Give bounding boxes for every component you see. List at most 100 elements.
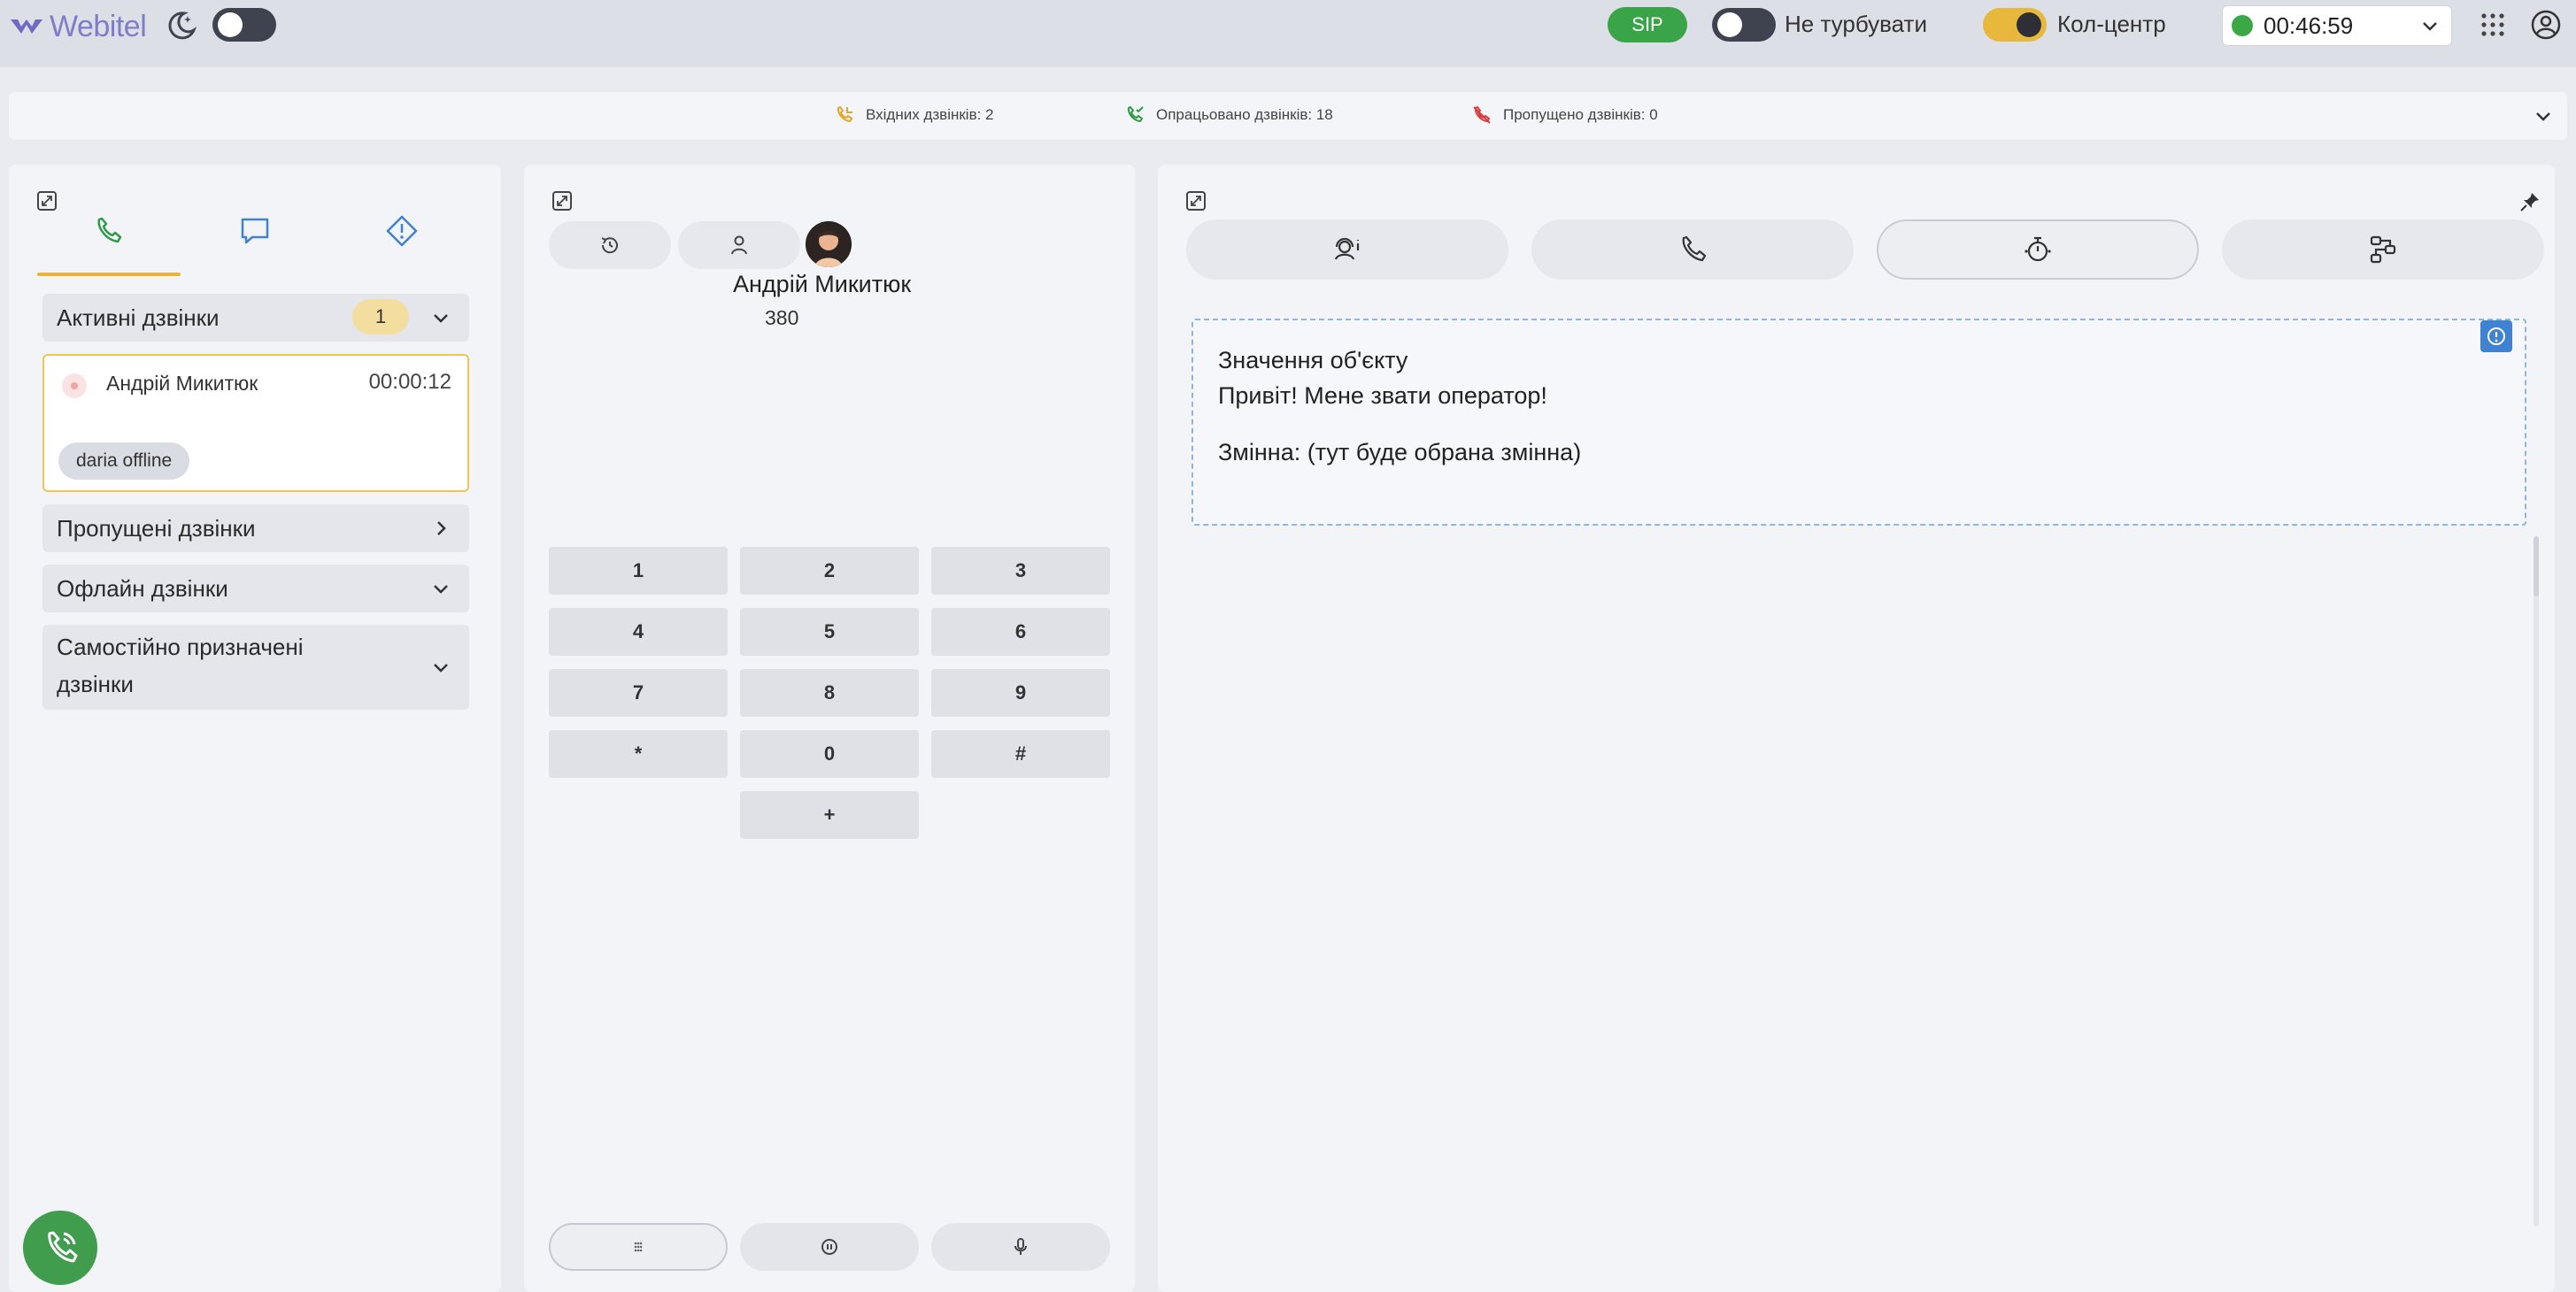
dial-key-0[interactable]: 0	[740, 730, 919, 778]
history-button[interactable]	[549, 221, 671, 269]
contact-avatar[interactable]	[806, 221, 852, 267]
dial-key-1[interactable]: 1	[549, 547, 728, 595]
dial-key-6[interactable]: 6	[931, 608, 1110, 656]
contact-name: Андрій Микитюк	[733, 271, 912, 297]
callcenter-label: Кол-центр	[2057, 11, 2166, 37]
section-title-line2: дзвінки	[57, 671, 134, 697]
avatar-image	[806, 221, 852, 267]
user-icon	[731, 235, 747, 255]
scrollbar-thumb[interactable]	[2534, 536, 2539, 596]
tab-call-info[interactable]	[1531, 219, 1854, 280]
alert-icon	[386, 215, 418, 247]
calls-panel: Активні дзвінки 1 Андрій Микитюк 00:00:1…	[9, 165, 501, 1292]
dial-key-5[interactable]: 5	[740, 608, 919, 656]
tab-alerts[interactable]	[331, 214, 473, 271]
status-select[interactable]: 00:46:59	[2222, 5, 2452, 46]
phone-icon	[1682, 235, 1707, 262]
status-timer: 00:46:59	[2264, 12, 2354, 39]
expand-icon[interactable]	[35, 189, 58, 212]
info-button[interactable]	[2480, 320, 2512, 352]
tab-flow[interactable]	[2222, 219, 2544, 280]
chevron-down-icon	[434, 585, 448, 594]
hold-icon	[821, 1239, 837, 1255]
dial-key-8[interactable]: 8	[740, 669, 919, 717]
mute-button[interactable]	[931, 1223, 1110, 1271]
dnd-toggle[interactable]	[1712, 8, 1776, 42]
active-tab-indicator	[37, 273, 181, 276]
hold-button[interactable]	[740, 1223, 919, 1271]
handled-call-icon	[1127, 105, 1144, 123]
section-active-calls[interactable]: Активні дзвінки 1	[42, 294, 469, 342]
section-missed-calls[interactable]: Пропущені дзвінки	[42, 504, 469, 552]
dial-key-plus[interactable]: +	[740, 791, 919, 839]
call-panel: Андрій Микитюк 380 1 2 3 4 5 6 7 8 9 * 0…	[524, 165, 1135, 1292]
dial-key-9[interactable]: 9	[931, 669, 1110, 717]
script-variable: Змінна: (тут буде обрана змінна)	[1218, 439, 1582, 465]
sip-status-badge[interactable]: SIP	[1608, 7, 1687, 42]
section-title: Пропущені дзвінки	[57, 515, 256, 542]
logo: Webitel	[9, 9, 147, 44]
tab-agent-info[interactable]	[1186, 219, 1508, 280]
dial-key-2[interactable]: 2	[740, 547, 919, 595]
section-title: Активні дзвінки	[57, 304, 220, 331]
section-offline-calls[interactable]: Офлайн дзвінки	[42, 565, 469, 612]
timer-icon	[2025, 236, 2051, 262]
dnd-label: Не турбувати	[1785, 11, 1927, 37]
phone-ringing-icon	[48, 1231, 78, 1263]
contacts-button[interactable]	[678, 221, 800, 269]
caller-name: Андрій Микитюк	[106, 372, 258, 395]
chevron-down-icon	[2423, 22, 2437, 31]
incoming-call-icon	[837, 105, 853, 123]
active-call-card[interactable]: Андрій Микитюк 00:00:12 daria offline	[42, 354, 469, 492]
pin-icon[interactable]	[2518, 189, 2542, 214]
dial-key-3[interactable]: 3	[931, 547, 1110, 595]
tab-chats[interactable]	[184, 214, 326, 271]
stat-handled: Опрацьовано дзвінків: 18	[1124, 104, 1333, 126]
stat-incoming-label: Вхідних дзвінків: 2	[866, 106, 994, 123]
call-stats-bar: Вхідних дзвінків: 2 Опрацьовано дзвінків…	[9, 92, 2567, 140]
chat-icon	[241, 218, 269, 244]
logo-text: Webitel	[50, 9, 147, 43]
call-status-dot	[62, 373, 87, 398]
chevron-down-icon[interactable]	[2532, 104, 2555, 127]
apps-grid-icon[interactable]	[2479, 11, 2507, 39]
dial-key-star[interactable]: *	[549, 730, 728, 778]
dial-key-hash[interactable]: #	[931, 730, 1110, 778]
section-title: Офлайн дзвінки	[57, 575, 228, 602]
call-duration: 00:00:12	[368, 370, 451, 394]
keypad-button[interactable]	[549, 1223, 728, 1271]
night-mode-toggle[interactable]	[212, 8, 276, 42]
section-title-line1: Самостійно призначені	[57, 634, 304, 660]
stat-missed-label: Пропущено дзвінків: 0	[1503, 106, 1658, 123]
call-fab-button[interactable]	[23, 1211, 97, 1285]
account-icon[interactable]	[2530, 9, 2562, 41]
tab-calls[interactable]	[37, 214, 179, 271]
tab-timer[interactable]	[1877, 219, 2199, 280]
info-icon	[2487, 327, 2505, 345]
missed-call-icon	[1473, 105, 1491, 124]
count-badge: 1	[352, 299, 409, 335]
script-greeting: Привіт! Мене звати оператор!	[1218, 382, 1547, 409]
flow-icon	[2370, 235, 2396, 264]
expand-icon[interactable]	[1184, 189, 1207, 212]
contact-number: 380	[765, 306, 799, 329]
history-icon	[601, 237, 618, 254]
chevron-down-icon	[434, 664, 448, 673]
agent-info-icon	[1334, 237, 1360, 260]
phone-icon	[97, 217, 122, 243]
script-object-value: Значення об'єкту	[1218, 347, 1408, 373]
section-self-assigned-calls[interactable]: Самостійно призначені дзвінки	[42, 625, 469, 710]
dial-key-7[interactable]: 7	[549, 669, 728, 717]
mic-icon	[1014, 1238, 1027, 1255]
dial-key-4[interactable]: 4	[549, 608, 728, 656]
chevron-right-icon	[437, 521, 446, 535]
stat-incoming: Вхідних дзвінків: 2	[834, 104, 994, 126]
night-mode-icon	[168, 12, 197, 40]
scrollbar[interactable]	[2534, 536, 2539, 1227]
keypad-icon	[634, 1242, 643, 1252]
top-bar: Webitel SIP Не турбувати Кол-центр 00:46…	[0, 0, 2576, 67]
workspace-panel: Значення об'єкту Привіт! Мене звати опер…	[1158, 165, 2555, 1292]
expand-icon[interactable]	[551, 189, 574, 212]
callcenter-toggle[interactable]	[1983, 8, 2047, 42]
status-dot	[2232, 15, 2253, 36]
